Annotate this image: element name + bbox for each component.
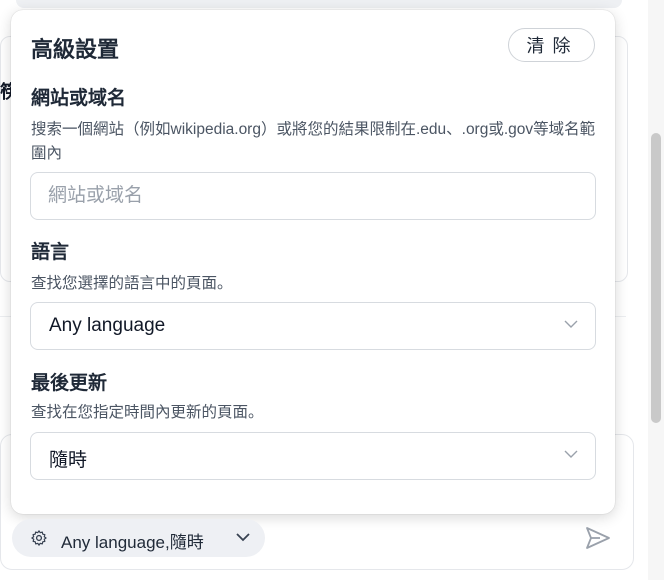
- site-input[interactable]: [31, 173, 595, 219]
- chevron-down-icon: [564, 320, 578, 328]
- language-select[interactable]: Any language: [30, 302, 596, 350]
- site-description: 搜索一個網站（例如wikipedia.org）或將您的結果限制在.edu、.or…: [31, 121, 596, 162]
- language-description: 查找您選擇的語言中的頁面。: [31, 275, 233, 292]
- last-updated-description: 查找在您指定時間內更新的頁面。: [31, 404, 264, 421]
- last-updated-select[interactable]: 隨時: [30, 432, 596, 480]
- chevron-down-icon: [236, 533, 250, 542]
- language-selected-value: Any language: [49, 315, 166, 336]
- popover-title: 高級設置: [31, 37, 120, 62]
- last-updated-label: 最後更新: [31, 373, 108, 394]
- clear-button[interactable]: 清除: [508, 28, 595, 62]
- send-icon[interactable]: [585, 526, 611, 550]
- site-label: 網站或域名: [31, 88, 127, 109]
- chevron-down-icon: [564, 450, 578, 458]
- scrollbar-thumb[interactable]: [651, 133, 661, 423]
- last-updated-selected-value: 隨時: [49, 450, 88, 471]
- advanced-settings-popover: 高級設置 清除 網站或域名 搜索一個網站（例如wikipedia.org）或將您…: [11, 10, 615, 514]
- filter-chip-label: Any language,隨時: [61, 533, 204, 552]
- background-topbar: [16, 0, 622, 8]
- search-filter-chip[interactable]: Any language,隨時: [12, 519, 265, 557]
- language-label: 語言: [31, 242, 70, 263]
- site-field[interactable]: [30, 172, 596, 220]
- gear-icon: [31, 530, 47, 546]
